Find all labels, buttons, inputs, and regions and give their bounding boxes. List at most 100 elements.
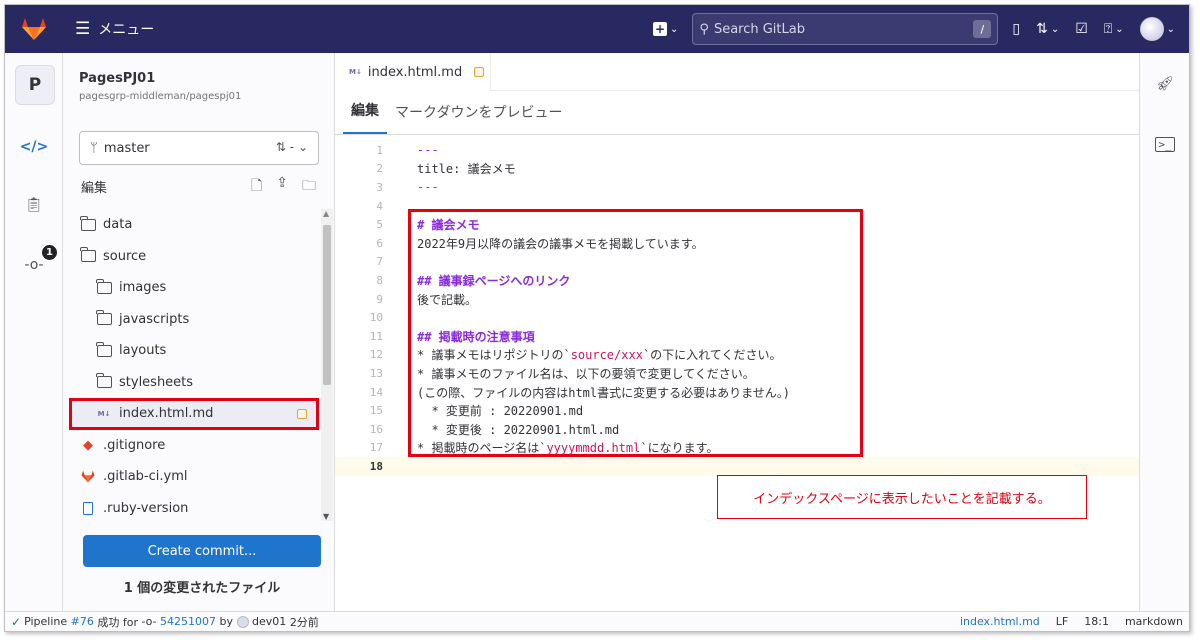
changed-files-count: 1 個の変更されたファイル xyxy=(123,581,281,596)
file-tab-label: index.html.md xyxy=(367,64,463,80)
tree-item-label: .gitlab-ci.yml xyxy=(103,469,188,485)
tree-folder[interactable]: layouts xyxy=(69,335,319,367)
code-line: 6 2022年9月以降の議会の議事メモを掲載しています。 xyxy=(335,234,1141,253)
gitlab-icon xyxy=(79,470,97,484)
file-language: markdown xyxy=(1124,615,1183,628)
folder-icon xyxy=(79,215,97,232)
pipeline-status: 成功 for xyxy=(97,615,138,629)
line-number: 16 xyxy=(369,422,383,436)
line-number: 2 xyxy=(376,162,383,176)
line-number: 7 xyxy=(376,255,383,269)
scrollbar-thumb[interactable] xyxy=(323,225,331,385)
todos-button[interactable]: ☑ xyxy=(1067,13,1096,45)
line-text: * 変更前 : 20220901.md xyxy=(417,404,584,419)
code-line: 4 xyxy=(335,197,1141,216)
line-number: 11 xyxy=(369,329,383,343)
tree-item-label: .gitignore xyxy=(103,437,166,453)
tree-folder[interactable]: images xyxy=(69,272,319,304)
rocket-icon: 🚀︎ xyxy=(1156,76,1174,92)
branch-name: master xyxy=(103,140,150,156)
file-tab-index[interactable]: M↓ index.html.md xyxy=(335,53,491,91)
line-text: * 議事メモはリポジトリの`source/xxx`の下に入れてください。 xyxy=(393,346,781,363)
commit-mode-button[interactable]: -o- 1 xyxy=(5,245,63,283)
code-line: 3 --- xyxy=(335,178,1141,197)
line-text: (この際、ファイルの内容はhtml書式に変更する必要はありません。) xyxy=(417,385,790,400)
tree-folder[interactable]: stylesheets xyxy=(69,367,319,399)
merge-request-selector[interactable]: ⇅ - ⌄ xyxy=(276,140,308,154)
user-avatar-small xyxy=(236,615,249,628)
tree-file[interactable]: M↓ index.html.md xyxy=(69,398,319,430)
status-file-name[interactable]: index.html.md xyxy=(960,615,1040,628)
tab-markdown-preview[interactable]: マークダウンをプレビュー xyxy=(387,102,570,134)
folder-icon xyxy=(95,278,113,295)
create-new-button[interactable]: + ⌄ xyxy=(645,13,686,45)
line-number: 5 xyxy=(376,218,383,232)
line-number: 14 xyxy=(369,385,383,399)
scroll-down-arrow-icon[interactable]: ▼ xyxy=(323,512,329,521)
project-avatar[interactable]: P xyxy=(15,65,55,105)
edit-mode-button[interactable]: </> xyxy=(5,129,63,165)
folder-icon xyxy=(95,310,113,326)
project-name[interactable]: PagesPJ01 xyxy=(79,71,155,86)
file-list: data source images javascripts layouts styles… xyxy=(69,209,319,521)
search-icon: ⚲ xyxy=(699,21,709,37)
terminal-button[interactable]: >_ xyxy=(1140,129,1189,159)
tree-file[interactable]: .ruby-version xyxy=(69,493,319,522)
markdown-heading: ## 掲載時の注意事項 xyxy=(417,329,535,344)
new-file-icon[interactable]: 🗋︎ xyxy=(251,175,262,199)
pipeline-link[interactable]: #76 xyxy=(71,615,94,628)
annotation-callout: インデックスページに表示したいことを記載する。 xyxy=(717,475,1087,519)
code-icon: </> xyxy=(19,139,49,155)
file-tab-bar: M↓ index.html.md xyxy=(335,53,1141,91)
help-button[interactable]: ⍰ ⌄ xyxy=(1096,13,1132,45)
pipelines-button[interactable]: 🚀︎ xyxy=(1140,69,1189,99)
pipeline-prefix: Pipeline xyxy=(24,615,68,628)
tree-item-label: index.html.md xyxy=(119,406,214,422)
markdown-heading: # 議会メモ xyxy=(417,218,480,233)
main-menu-button[interactable]: ☰ メニュー xyxy=(69,13,160,45)
tree-file[interactable]: .gitlab-ci.yml xyxy=(69,461,319,493)
gitlab-logo-icon[interactable] xyxy=(5,5,63,53)
tree-item-label: javascripts xyxy=(119,311,190,327)
tree-file[interactable]: ◆ .gitignore xyxy=(69,430,319,462)
changes-count-badge: 1 xyxy=(42,245,57,260)
editor-mode-tabs: 編集 マークダウンをプレビュー xyxy=(335,91,1141,135)
todo-check-icon: ☑ xyxy=(1075,21,1088,37)
line-text: --- xyxy=(417,180,439,195)
commit-sha-link[interactable]: 54251007 xyxy=(160,615,216,628)
issues-button[interactable]: ▯ xyxy=(1004,13,1028,45)
code-line: 16 * 変更後 : 20220901.html.md xyxy=(335,420,1141,439)
search-placeholder: Search GitLab xyxy=(713,21,805,37)
merge-requests-button[interactable]: ⇅ ⌄ xyxy=(1028,13,1067,45)
tree-folder[interactable]: javascripts xyxy=(69,304,319,336)
tree-folder[interactable]: source xyxy=(69,241,319,273)
line-number: 8 xyxy=(376,273,383,287)
line-text: 後で記載。 xyxy=(417,292,478,307)
create-commit-button[interactable]: Create commit... xyxy=(83,535,321,567)
project-path: pagesgrp-middleman/pagespj01 xyxy=(79,91,242,102)
file-list-scrollbar[interactable]: ▲ ▼ xyxy=(321,209,333,521)
code-line: 10 xyxy=(335,308,1141,327)
line-ending: LF xyxy=(1055,615,1069,628)
branch-selector[interactable]: ᛘ master ⇅ - ⌄ xyxy=(79,131,319,165)
new-folder-icon[interactable]: 🗀︎ xyxy=(302,175,316,199)
merge-request-icon: ⇅ xyxy=(1036,21,1048,37)
upload-icon[interactable]: ⇪ xyxy=(276,175,288,199)
line-number: 18 xyxy=(369,459,383,473)
tree-item-label: source xyxy=(103,248,147,264)
edit-section-header: 編集 xyxy=(81,181,108,196)
line-number: 3 xyxy=(376,180,383,194)
tab-edit[interactable]: 編集 xyxy=(343,100,387,134)
user-menu-button[interactable]: ⌄ xyxy=(1132,13,1189,45)
chevron-down-icon: ⌄ xyxy=(1115,23,1124,35)
terminal-icon: >_ xyxy=(1155,136,1175,152)
clipboard-icon: 📋︎ xyxy=(25,197,43,213)
line-text: --- xyxy=(417,143,439,158)
tree-folder[interactable]: data xyxy=(69,209,319,241)
search-input[interactable]: ⚲ Search GitLab / xyxy=(692,13,999,45)
file-tree-panel: PagesPJ01 pagesgrp-middleman/pagespj01 ᛘ… xyxy=(63,53,335,613)
scroll-up-arrow-icon[interactable]: ▲ xyxy=(323,209,329,218)
line-text-part: * 議事メモはリポジトリの` xyxy=(417,348,571,363)
review-mode-button[interactable]: 📋︎ xyxy=(5,187,63,223)
commit-time: 2分前 xyxy=(289,615,319,629)
